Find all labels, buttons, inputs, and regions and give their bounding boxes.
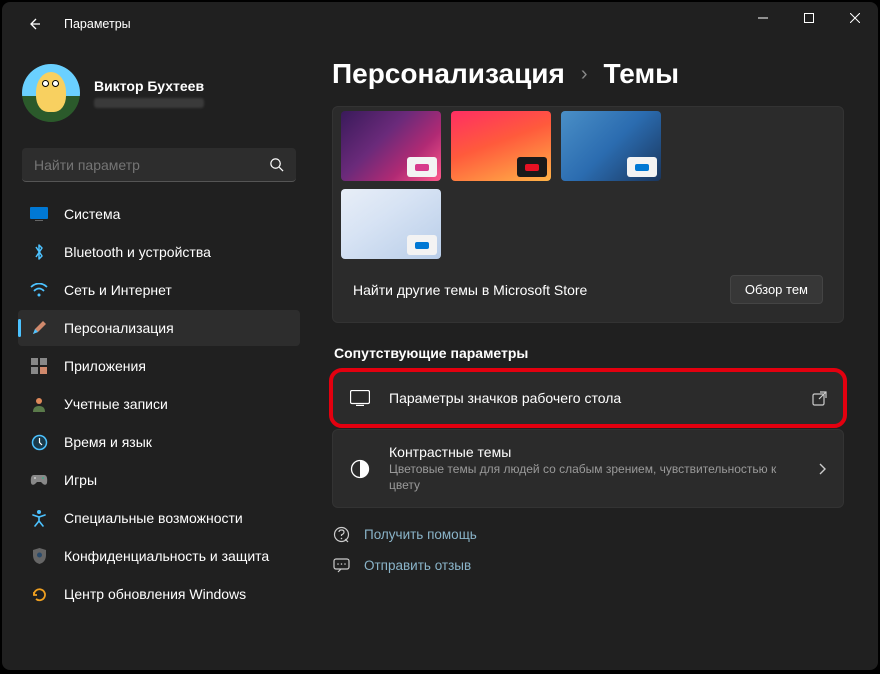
gamepad-icon [30, 471, 48, 489]
row-title: Контрастные темы [389, 444, 799, 460]
theme-preview[interactable] [341, 189, 441, 259]
chevron-right-icon: › [581, 63, 588, 86]
feedback-link[interactable]: Отправить отзыв [332, 557, 844, 574]
nav-label: Сеть и Интернет [64, 282, 172, 298]
wifi-icon [30, 281, 48, 299]
desktop-icon [349, 390, 371, 406]
nav-personalization[interactable]: Персонализация [18, 310, 300, 346]
help-icon [332, 526, 350, 543]
nav-bluetooth[interactable]: Bluetooth и устройства [18, 234, 300, 270]
feedback-icon [332, 557, 350, 574]
desktop-icon-settings-row[interactable]: Параметры значков рабочего стола [332, 371, 844, 425]
clock-icon [30, 433, 48, 451]
nav-label: Специальные возможности [64, 510, 243, 526]
nav-label: Время и язык [64, 434, 152, 450]
nav-accounts[interactable]: Учетные записи [18, 386, 300, 422]
search-icon [269, 157, 284, 172]
breadcrumb-leaf: Темы [604, 58, 680, 90]
nav-system[interactable]: Система [18, 196, 300, 232]
theme-overlay [627, 157, 657, 177]
link-label: Получить помощь [364, 527, 477, 542]
avatar [22, 64, 80, 122]
open-external-icon [812, 391, 827, 406]
theme-overlay [407, 157, 437, 177]
user-email-redacted [94, 98, 204, 108]
nav-time-language[interactable]: Время и язык [18, 424, 300, 460]
nav-label: Учетные записи [64, 396, 168, 412]
theme-preview[interactable] [341, 111, 441, 181]
minimize-button[interactable] [740, 2, 786, 34]
theme-overlay [517, 157, 547, 177]
browse-themes-button[interactable]: Обзор тем [730, 275, 823, 304]
nav-label: Приложения [64, 358, 146, 374]
chevron-right-icon [817, 462, 827, 476]
nav-windows-update[interactable]: Центр обновления Windows [18, 576, 300, 612]
contrast-themes-row[interactable]: Контрастные темы Цветовые темы для людей… [332, 429, 844, 508]
bluetooth-icon [30, 243, 48, 261]
nav-apps[interactable]: Приложения [18, 348, 300, 384]
nav-accessibility[interactable]: Специальные возможности [18, 500, 300, 536]
search-box[interactable] [22, 148, 296, 182]
search-input[interactable] [34, 157, 269, 173]
contrast-icon [349, 459, 371, 479]
breadcrumb: Персонализация › Темы [332, 58, 844, 90]
link-label: Отправить отзыв [364, 558, 471, 573]
theme-overlay [407, 235, 437, 255]
nav-label: Персонализация [64, 320, 174, 336]
shield-icon [30, 547, 48, 565]
person-icon [30, 395, 48, 413]
back-button[interactable] [18, 8, 50, 40]
user-name: Виктор Бухтеев [94, 78, 204, 94]
nav-label: Система [64, 206, 120, 222]
get-help-link[interactable]: Получить помощь [332, 526, 844, 543]
nav-network[interactable]: Сеть и Интернет [18, 272, 300, 308]
theme-preview[interactable] [451, 111, 551, 181]
window-title: Параметры [64, 17, 131, 31]
nav-label: Игры [64, 472, 97, 488]
nav-gaming[interactable]: Игры [18, 462, 300, 498]
apps-icon [30, 357, 48, 375]
section-related-title: Сопутствующие параметры [334, 345, 844, 361]
nav-privacy[interactable]: Конфиденциальность и защита [18, 538, 300, 574]
theme-preview[interactable] [561, 111, 661, 181]
nav-label: Конфиденциальность и защита [64, 548, 269, 564]
system-icon [30, 205, 48, 223]
row-subtitle: Цветовые темы для людей со слабым зрение… [389, 462, 799, 493]
accessibility-icon [30, 509, 48, 527]
breadcrumb-root[interactable]: Персонализация [332, 58, 565, 90]
row-title: Параметры значков рабочего стола [389, 390, 794, 406]
themes-panel: Найти другие темы в Microsoft Store Обзо… [332, 106, 844, 323]
close-button[interactable] [832, 2, 878, 34]
user-profile[interactable]: Виктор Бухтеев [18, 46, 300, 132]
brush-icon [30, 319, 48, 337]
maximize-button[interactable] [786, 2, 832, 34]
nav-label: Центр обновления Windows [64, 586, 246, 602]
nav-list: Система Bluetooth и устройства Сеть и Ин… [18, 196, 300, 612]
store-text: Найти другие темы в Microsoft Store [353, 282, 587, 298]
nav-label: Bluetooth и устройства [64, 244, 211, 260]
update-icon [30, 585, 48, 603]
